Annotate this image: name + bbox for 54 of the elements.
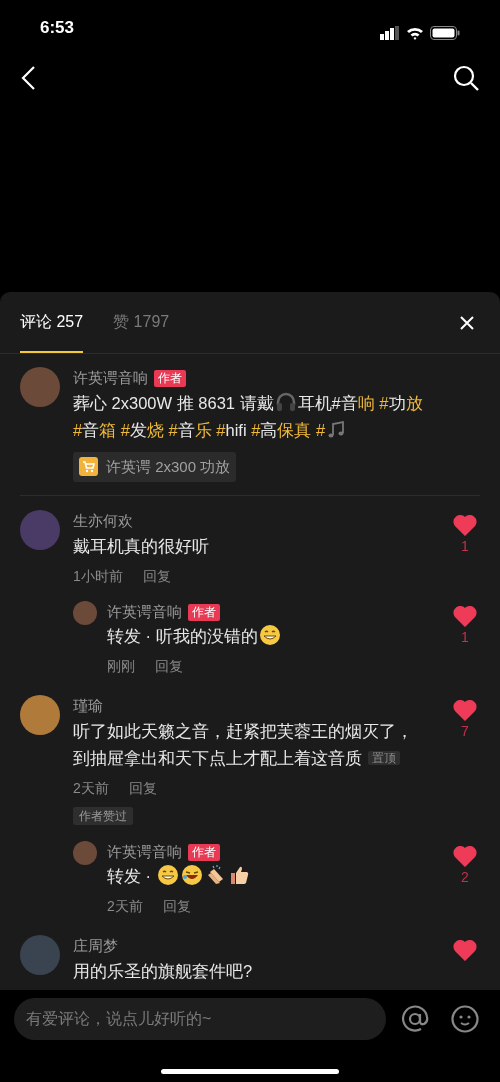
search-button[interactable] [452, 63, 480, 92]
heart-icon[interactable] [453, 604, 477, 627]
commenter-name[interactable]: 庄周梦 [73, 935, 118, 958]
like-count: 2 [461, 867, 469, 887]
reply-text: 转发 · [107, 863, 440, 891]
author-badge: 作者 [154, 369, 186, 387]
product-chip[interactable]: 许英谔 2x300 功放 [73, 451, 237, 482]
like-count: 1 [461, 537, 469, 557]
back-button[interactable] [20, 64, 38, 91]
comment-text: 戴耳机真的很好听 [73, 535, 210, 557]
heart-icon[interactable] [453, 844, 477, 867]
avatar[interactable] [20, 695, 60, 736]
reply-button[interactable]: 回复 [162, 896, 191, 918]
commenter-name[interactable]: 瑾瑜 [73, 695, 103, 718]
commenter-name[interactable]: 许英谔音响 [107, 840, 182, 864]
status-time: 6:53 [40, 16, 75, 39]
wifi-icon [406, 26, 424, 40]
thumbs-up-icon [228, 864, 251, 887]
emoji-button[interactable] [450, 1004, 480, 1034]
cart-icon [79, 457, 98, 477]
grinning-face-icon [156, 864, 179, 887]
author-liked-tag: 作者赞过 [73, 806, 133, 825]
reply-text: 转发 · 听我的没错的 [107, 623, 440, 651]
author-badge: 作者 [188, 843, 220, 861]
music-note-icon [326, 419, 347, 440]
like-count: 7 [461, 722, 469, 742]
reply-button[interactable]: 回复 [128, 777, 157, 799]
post-text: 葬心 2x300W 推 8631 请戴 耳机#音响 #功放 #音箱 #发烧 #音乐 #hifi #高保真 # [73, 389, 425, 444]
commenter-name[interactable]: 许英谔音响 [107, 600, 182, 624]
laughing-face-icon [180, 864, 203, 887]
grinning-face-icon [258, 624, 281, 647]
pinned-tag: 置顶 [368, 750, 400, 765]
heart-icon[interactable] [453, 514, 477, 537]
tab[interactable]: 赞 1797 [113, 292, 170, 353]
heart-icon[interactable] [453, 939, 477, 962]
mention-button[interactable] [400, 1004, 430, 1034]
reply-button[interactable]: 回复 [155, 656, 183, 678]
author-name[interactable]: 许英谔音响 [73, 367, 148, 390]
comment-time: 2天前 [73, 778, 109, 798]
battery-icon [430, 26, 460, 40]
comment-time: 2天前 [107, 897, 143, 917]
tab[interactable]: 评论 257 [20, 292, 84, 353]
comment-time: 刚刚 [107, 657, 135, 677]
signal-icon [380, 26, 400, 40]
commenter-name[interactable]: 生亦何欢 [73, 510, 133, 533]
reply-button[interactable]: 回复 [142, 565, 171, 587]
headphones-icon [274, 390, 297, 413]
product-name: 许英谔 2x300 功放 [106, 456, 231, 477]
heart-icon[interactable] [453, 699, 477, 722]
comment-time: 1小时前 [73, 566, 123, 586]
author-badge: 作者 [188, 603, 220, 621]
like-count: 1 [461, 627, 469, 647]
comment-input[interactable]: 有爱评论，说点儿好听的~ [14, 998, 386, 1040]
comment-text: 用的乐圣的旗舰套件吧? [73, 960, 254, 982]
